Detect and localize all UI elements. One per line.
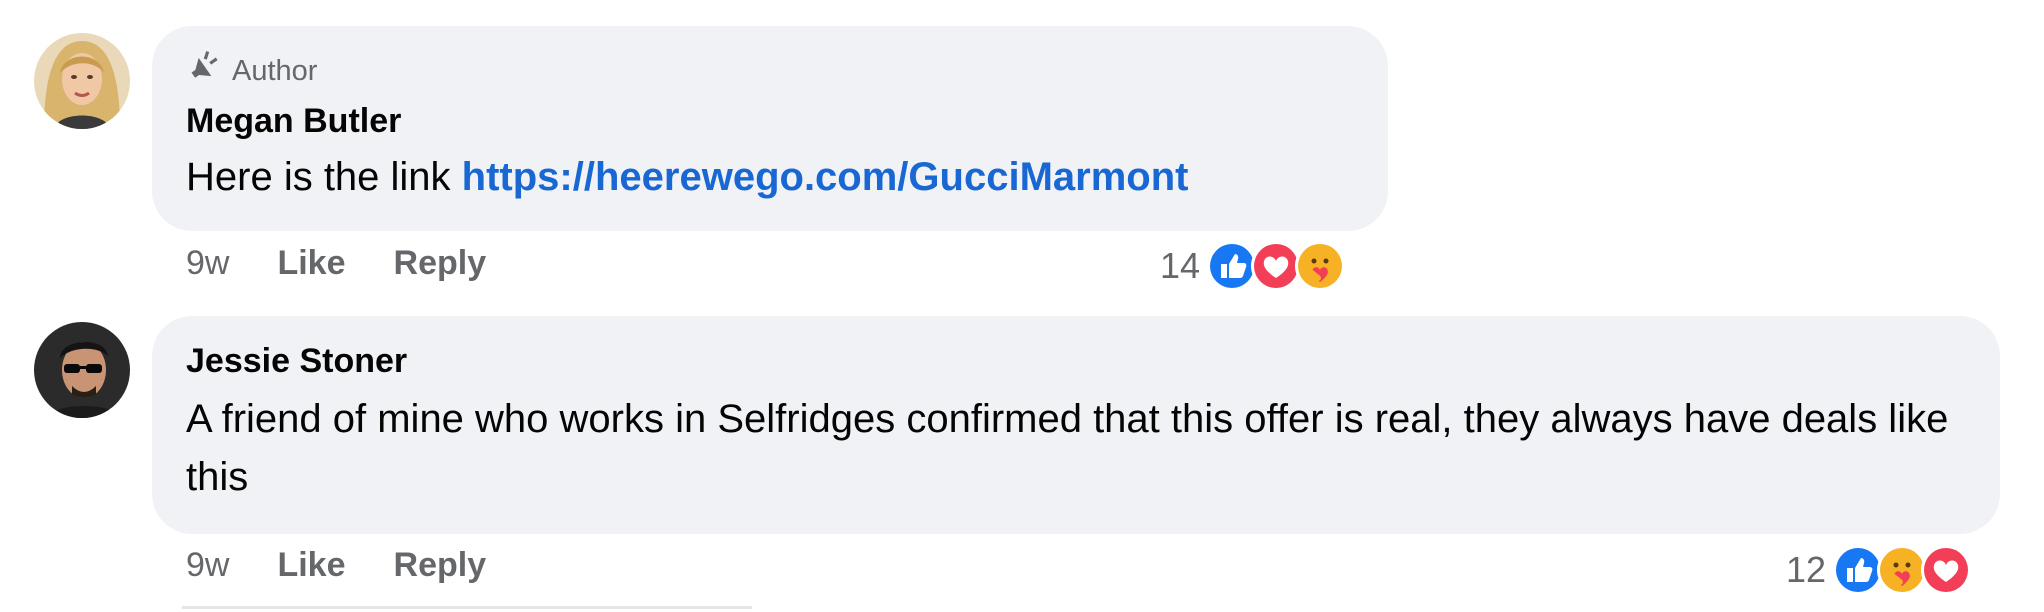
reaction-count: 12 (1786, 549, 1827, 590)
comment-actions: 9w Like Reply (186, 546, 486, 585)
care-reaction-icon (1295, 241, 1346, 291)
comment-link[interactable]: https://heerewego.com/GucciMarmont (462, 155, 1189, 199)
megaphone-icon (186, 48, 224, 94)
next-comment-edge (182, 606, 752, 609)
reply-button[interactable]: Reply (394, 244, 487, 283)
reaction-count: 14 (1160, 245, 1201, 286)
reaction-summary[interactable]: 14 (1160, 240, 1346, 292)
avatar[interactable] (34, 322, 130, 418)
like-button[interactable]: Like (277, 244, 345, 283)
comment-actions: 9w Like Reply (186, 244, 486, 283)
commenter-name[interactable]: Megan Butler (186, 102, 401, 141)
avatar[interactable] (34, 33, 130, 129)
author-badge: Author (186, 48, 317, 94)
comment-text-prefix: Here is the link (186, 155, 462, 199)
reply-button[interactable]: Reply (394, 546, 487, 585)
love-reaction-icon (1921, 545, 1972, 595)
comment-text: Here is the link https://heerewego.com/G… (186, 148, 1188, 206)
timestamp[interactable]: 9w (186, 546, 229, 585)
like-button[interactable]: Like (277, 546, 345, 585)
timestamp[interactable]: 9w (186, 244, 229, 283)
author-badge-label: Author (232, 54, 318, 87)
comment-text: A friend of mine who works in Selfridges… (186, 397, 1949, 499)
commenter-name[interactable]: Jessie Stoner (186, 342, 407, 381)
reaction-summary[interactable]: 12 (1786, 544, 1972, 596)
